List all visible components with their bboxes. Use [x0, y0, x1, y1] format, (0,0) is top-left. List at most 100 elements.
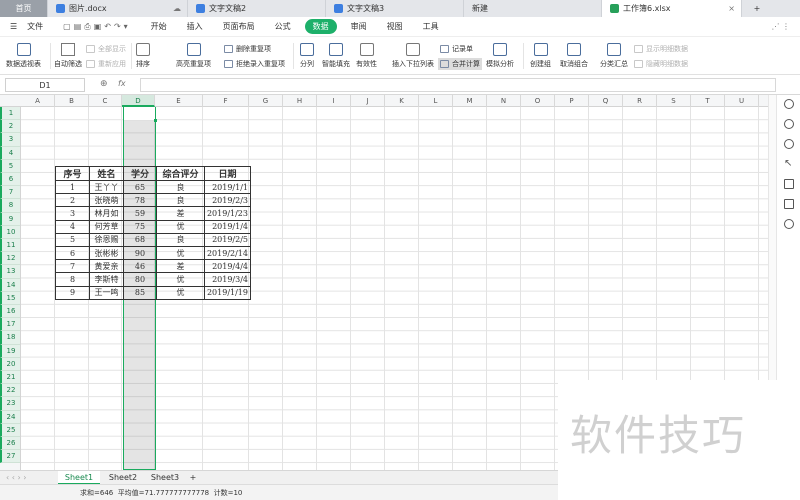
backup-icon[interactable] [784, 139, 794, 149]
table-cell[interactable]: 良 [156, 179, 205, 195]
row-header[interactable]: 4 [0, 146, 20, 160]
menu-page-layout[interactable]: 页面布局 [213, 21, 265, 32]
column-header[interactable]: M [453, 95, 487, 107]
row-header[interactable]: 18 [0, 331, 20, 345]
table-cell[interactable]: 8 [55, 272, 90, 287]
row-header[interactable]: 3 [0, 133, 20, 147]
column-header[interactable]: Q [589, 95, 623, 107]
name-box[interactable]: D1 [5, 78, 85, 92]
hide-detail-button[interactable]: 隐藏明细数据 [634, 59, 688, 69]
header-cell[interactable]: 姓名 [89, 166, 124, 181]
quick-access-toolbar[interactable]: ▢▤⎙▣↶↷▾ [53, 22, 141, 32]
table-cell[interactable]: 4 [55, 219, 90, 234]
reject-duplicates-button[interactable]: 拒绝录入重复项 [224, 59, 285, 69]
column-header[interactable]: H [283, 95, 317, 107]
table-cell[interactable]: 68 [123, 232, 157, 247]
column-header[interactable]: F [203, 95, 249, 107]
column-header[interactable]: I [317, 95, 351, 107]
column-header[interactable]: N [487, 95, 521, 107]
history-icon[interactable] [784, 219, 794, 229]
header-cell[interactable]: 序号 [55, 166, 90, 181]
table-cell[interactable]: 2019/4/4 [204, 259, 251, 274]
delete-duplicates-button[interactable]: 删除重复项 [224, 44, 271, 54]
subtotal-button[interactable]: 分类汇总 [600, 43, 628, 69]
table-cell[interactable]: 7 [55, 259, 90, 274]
table-cell[interactable]: 3 [55, 206, 90, 221]
column-header[interactable]: G [249, 95, 283, 107]
split-column-button[interactable]: 分列 [300, 43, 314, 69]
table-cell[interactable]: 9 [55, 285, 90, 300]
table-cell[interactable]: 黄爱亲 [89, 259, 124, 274]
table-cell[interactable]: 林月如 [89, 206, 124, 221]
style-icon[interactable] [784, 99, 794, 109]
row-header[interactable]: 27 [0, 450, 20, 464]
table-cell[interactable]: 2019/2/14 [204, 245, 251, 261]
doc-tab-word[interactable]: 图片.docx ☁ [48, 0, 188, 17]
formula-input[interactable] [140, 78, 776, 92]
zoom-icon[interactable]: ⊕ [100, 79, 108, 89]
table-cell[interactable]: 张彬彬 [89, 245, 124, 261]
sheet-nav-arrows[interactable]: ‹ ‹ › › [6, 473, 26, 482]
menu-file[interactable]: 文件 [27, 21, 53, 32]
show-all-button[interactable]: 全部显示 [86, 44, 126, 54]
create-group-button[interactable]: 创建组 [530, 43, 551, 69]
column-header[interactable]: K [385, 95, 419, 107]
table-cell[interactable]: 6 [55, 245, 90, 261]
column-header[interactable]: L [419, 95, 453, 107]
simulate-analysis-button[interactable]: 模拟分析 [486, 43, 514, 69]
new-tab-button[interactable]: + [742, 0, 772, 17]
autofilter-button[interactable]: 自动筛选 [54, 43, 82, 69]
table-cell[interactable]: 优 [156, 285, 205, 300]
active-cell[interactable] [124, 107, 155, 120]
column-header[interactable]: D [122, 95, 155, 107]
row-header[interactable]: 23 [0, 397, 20, 411]
header-cell[interactable]: 综合评分 [156, 166, 205, 181]
close-icon[interactable]: × [728, 4, 735, 13]
doc-tab-sheet-active[interactable]: 工作簿6.xlsx × [602, 0, 742, 17]
row-header[interactable]: 19 [0, 344, 20, 358]
table-cell[interactable]: 优 [156, 245, 205, 261]
table-cell[interactable]: 59 [123, 206, 157, 221]
row-header[interactable]: 9 [0, 212, 20, 226]
header-cell[interactable]: 日期 [204, 166, 251, 181]
table-cell[interactable]: 85 [123, 285, 157, 300]
table-cell[interactable]: 良 [156, 232, 205, 247]
table-cell[interactable]: 徐恩赐 [89, 232, 124, 247]
column-header[interactable]: O [521, 95, 555, 107]
row-header[interactable]: 6 [0, 173, 20, 187]
table-cell[interactable]: 75 [123, 219, 157, 234]
column-header[interactable]: P [555, 95, 589, 107]
row-header[interactable]: 26 [0, 437, 20, 451]
column-header[interactable]: S [657, 95, 691, 107]
column-header[interactable]: T [691, 95, 725, 107]
menu-insert[interactable]: 插入 [177, 21, 213, 32]
table-cell[interactable]: 优 [156, 272, 205, 287]
record-form-button[interactable]: 记录单 [440, 44, 473, 54]
row-header[interactable]: 7 [0, 186, 20, 200]
table-cell[interactable]: 78 [123, 193, 157, 208]
menu-formula[interactable]: 公式 [265, 21, 301, 32]
smart-fill-button[interactable]: 智能填充 [322, 43, 350, 69]
sheet-tab-3[interactable]: Sheet3 [144, 471, 186, 485]
row-header[interactable]: 1 [0, 107, 20, 121]
table-cell[interactable]: 5 [55, 232, 90, 247]
table-cell[interactable]: 2019/1/19 [204, 285, 251, 300]
row-header[interactable]: 2 [0, 120, 20, 134]
insert-dropdown-button[interactable]: 插入下拉列表 [392, 43, 434, 69]
column-header[interactable]: J [351, 95, 385, 107]
table-cell[interactable]: 2 [55, 193, 90, 208]
table-cell[interactable]: 80 [123, 272, 157, 287]
row-header[interactable]: 13 [0, 265, 20, 279]
table-cell[interactable]: 良 [156, 193, 205, 208]
show-detail-button[interactable]: 显示明细数据 [634, 44, 688, 54]
table-cell[interactable]: 2019/2/5 [204, 232, 251, 247]
row-header[interactable]: 15 [0, 291, 20, 305]
column-header[interactable]: U [725, 95, 759, 107]
row-header[interactable]: 10 [0, 225, 20, 239]
hamburger-icon[interactable]: ☰ [0, 22, 27, 31]
table-cell[interactable]: 2019/1/4 [204, 219, 251, 234]
row-header[interactable]: 24 [0, 410, 20, 424]
table-cell[interactable]: 王一鸣 [89, 285, 124, 300]
sheet-tab-2[interactable]: Sheet2 [102, 471, 144, 485]
table-cell[interactable]: 46 [123, 259, 157, 274]
